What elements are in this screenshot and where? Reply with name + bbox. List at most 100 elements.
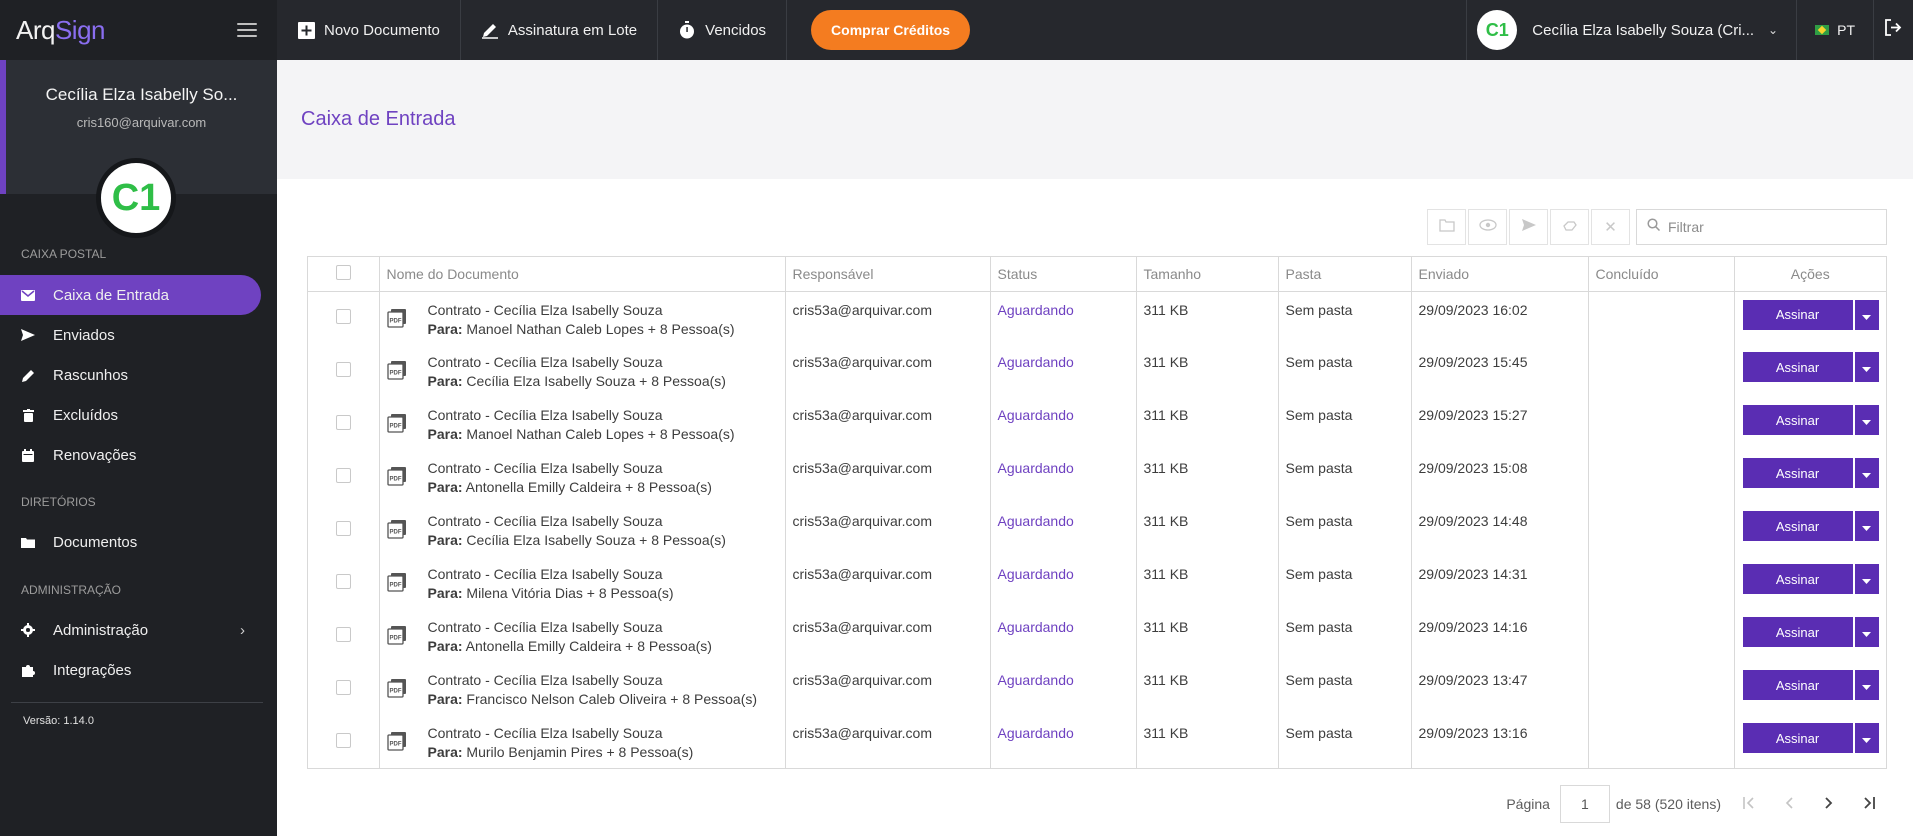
document-name[interactable]: Contrato - Cecília Elza Isabelly Souza [428, 672, 758, 688]
document-name[interactable]: Contrato - Cecília Elza Isabelly Souza [428, 407, 735, 423]
sign-button[interactable]: Assinar [1742, 670, 1853, 700]
move-to-folder-button[interactable] [1427, 209, 1466, 245]
sign-button[interactable]: Assinar [1742, 564, 1853, 594]
row-checkbox[interactable] [335, 520, 351, 536]
sidebar-item-administration[interactable]: Administração › [0, 610, 261, 650]
expired-button[interactable]: Vencidos [658, 0, 788, 60]
column-header-folder[interactable]: Pasta [1278, 257, 1412, 292]
sign-button[interactable]: Assinar [1742, 511, 1853, 541]
next-page-button[interactable] [1809, 785, 1849, 823]
sign-button[interactable]: Assinar [1742, 405, 1853, 435]
document-name[interactable]: Contrato - Cecília Elza Isabelly Souza [428, 460, 712, 476]
table-row[interactable]: PDF Contrato - Cecília Elza Isabelly Sou… [308, 715, 1886, 768]
table-row[interactable]: PDF Contrato - Cecília Elza Isabelly Sou… [308, 344, 1886, 397]
sidebar-item-inbox[interactable]: Caixa de Entrada [0, 275, 261, 315]
column-header-sent[interactable]: Enviado [1411, 257, 1589, 292]
document-cell[interactable]: PDF Contrato - Cecília Elza Isabelly Sou… [379, 503, 786, 556]
table-row[interactable]: PDF Contrato - Cecília Elza Isabelly Sou… [308, 450, 1886, 503]
sign-options-button[interactable] [1854, 511, 1879, 541]
sidebar-item-renewals[interactable]: Renovações [0, 435, 261, 475]
table-row[interactable]: PDF Contrato - Cecília Elza Isabelly Sou… [308, 662, 1886, 715]
sign-options-button[interactable] [1854, 352, 1879, 382]
sign-button[interactable]: Assinar [1742, 352, 1853, 382]
row-checkbox[interactable] [335, 414, 351, 430]
table-row[interactable]: PDF Contrato - Cecília Elza Isabelly Sou… [308, 556, 1886, 609]
app-logo[interactable]: ArqSign [16, 15, 106, 46]
filter-input[interactable] [1668, 219, 1868, 235]
logout-button[interactable] [1873, 0, 1913, 60]
document-cell[interactable]: PDF Contrato - Cecília Elza Isabelly Sou… [379, 344, 786, 397]
last-page-button[interactable] [1849, 785, 1889, 823]
user-menu[interactable]: C1 Cecília Elza Isabelly Souza (Cri... ⌄ [1466, 0, 1796, 60]
language-selector[interactable]: PT [1796, 0, 1873, 60]
remind-button[interactable] [1550, 209, 1589, 245]
recipients-label: Para: [427, 691, 463, 707]
menu-toggle-icon[interactable] [237, 23, 257, 37]
sign-button[interactable]: Assinar [1742, 617, 1853, 647]
document-cell[interactable]: PDF Contrato - Cecília Elza Isabelly Sou… [379, 556, 786, 609]
delete-button[interactable]: ✕ [1591, 209, 1630, 245]
first-page-button[interactable] [1729, 785, 1769, 823]
sidebar-item-deleted[interactable]: Excluídos [0, 395, 261, 435]
sign-options-button[interactable] [1854, 299, 1879, 330]
select-all-checkbox[interactable] [335, 264, 351, 280]
sidebar-item-label: Administração [53, 621, 149, 639]
table-row[interactable]: PDF Contrato - Cecília Elza Isabelly Sou… [308, 609, 1886, 662]
envelope-icon [21, 288, 35, 302]
caret-down-icon [1862, 677, 1871, 693]
document-cell[interactable]: PDF Contrato - Cecília Elza Isabelly Sou… [379, 450, 786, 503]
row-checkbox[interactable] [335, 732, 351, 748]
filter-field[interactable] [1636, 209, 1887, 245]
sign-button[interactable]: Assinar [1742, 299, 1853, 330]
send-button[interactable] [1509, 209, 1548, 245]
avatar[interactable]: C1 [96, 158, 176, 238]
sidebar-item-drafts[interactable]: Rascunhos [0, 355, 261, 395]
row-checkbox[interactable] [335, 573, 351, 589]
row-checkbox[interactable] [335, 679, 351, 695]
document-cell[interactable]: PDF Contrato - Cecília Elza Isabelly Sou… [379, 662, 786, 715]
page-number-input[interactable] [1559, 785, 1610, 823]
page-header: Caixa de Entrada [277, 60, 1913, 179]
table-row[interactable]: PDF Contrato - Cecília Elza Isabelly Sou… [308, 291, 1886, 344]
document-name[interactable]: Contrato - Cecília Elza Isabelly Souza [428, 566, 674, 582]
document-cell[interactable]: PDF Contrato - Cecília Elza Isabelly Sou… [379, 609, 786, 662]
batch-sign-button[interactable]: Assinatura em Lote [461, 0, 659, 60]
sidebar-item-integrations[interactable]: Integrações [0, 650, 261, 690]
document-name[interactable]: Contrato - Cecília Elza Isabelly Souza [428, 354, 726, 370]
sent-date-cell: 29/09/2023 15:08 [1411, 450, 1589, 503]
row-checkbox[interactable] [335, 626, 351, 642]
document-name[interactable]: Contrato - Cecília Elza Isabelly Souza [428, 513, 726, 529]
view-button[interactable] [1468, 209, 1507, 245]
sent-date-cell: 29/09/2023 14:31 [1411, 556, 1589, 609]
sign-options-button[interactable] [1854, 564, 1879, 594]
sign-options-button[interactable] [1854, 617, 1879, 647]
new-document-button[interactable]: Novo Documento [277, 0, 461, 60]
sign-options-button[interactable] [1854, 458, 1879, 488]
document-name[interactable]: Contrato - Cecília Elza Isabelly Souza [428, 725, 694, 741]
table-row[interactable]: PDF Contrato - Cecília Elza Isabelly Sou… [308, 503, 1886, 556]
document-name[interactable]: Contrato - Cecília Elza Isabelly Souza [428, 619, 712, 635]
document-cell[interactable]: PDF Contrato - Cecília Elza Isabelly Sou… [379, 291, 786, 344]
row-checkbox[interactable] [335, 361, 351, 377]
column-header-status[interactable]: Status [990, 257, 1137, 292]
table-row[interactable]: PDF Contrato - Cecília Elza Isabelly Sou… [308, 397, 1886, 450]
buy-credits-button[interactable]: Comprar Créditos [811, 10, 971, 50]
column-header-size[interactable]: Tamanho [1136, 257, 1279, 292]
document-cell[interactable]: PDF Contrato - Cecília Elza Isabelly Sou… [379, 715, 786, 768]
row-checkbox[interactable] [335, 308, 351, 324]
sign-options-button[interactable] [1854, 405, 1879, 435]
sidebar-item-documents[interactable]: Documentos [0, 522, 261, 562]
sign-button[interactable]: Assinar [1742, 458, 1853, 488]
prev-page-button[interactable] [1769, 785, 1809, 823]
sidebar-item-sent[interactable]: Enviados [0, 315, 261, 355]
document-cell[interactable]: PDF Contrato - Cecília Elza Isabelly Sou… [379, 397, 786, 450]
sign-options-button[interactable] [1854, 670, 1879, 700]
column-header-owner[interactable]: Responsável [785, 257, 991, 292]
column-header-name[interactable]: Nome do Documento [379, 257, 786, 292]
sign-button[interactable]: Assinar [1742, 723, 1853, 753]
sign-options-button[interactable] [1854, 723, 1879, 753]
row-checkbox[interactable] [335, 467, 351, 483]
column-header-done[interactable]: Concluído [1588, 257, 1735, 292]
size-cell: 311 KB [1136, 397, 1279, 450]
document-name[interactable]: Contrato - Cecília Elza Isabelly Souza [428, 302, 735, 318]
